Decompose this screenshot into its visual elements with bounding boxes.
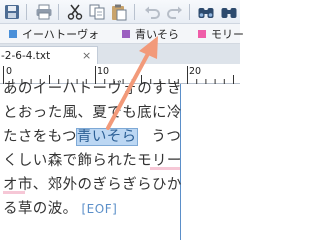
close-icon[interactable]: × xyxy=(82,49,91,62)
line-text: たさをもつ xyxy=(3,129,77,145)
tab-bar: -2-6-4.txt × xyxy=(0,44,240,64)
editor-line: とおった風、夏でも底に冷 xyxy=(3,105,182,121)
editor-line: たさをもつ青いそら うつ xyxy=(3,125,181,149)
replace-icon[interactable] xyxy=(220,3,238,21)
highlight-underline xyxy=(3,191,25,194)
paste-icon[interactable] xyxy=(110,3,128,21)
toolbar-separator xyxy=(58,4,59,20)
line-text: うつ xyxy=(136,129,182,145)
ruler-label: 0 xyxy=(6,66,13,77)
print-icon[interactable] xyxy=(35,3,53,21)
line-text: る草の波。 xyxy=(3,201,78,217)
highlight-bar: イーハトーヴォ 青いそら モリー xyxy=(0,24,244,44)
highlight-underline xyxy=(150,167,180,170)
editor-line: オ市、郊外のぎらぎらひか xyxy=(3,177,182,193)
toolbar-separator xyxy=(189,4,190,20)
editor-line: あのイーハトーヴォのすき xyxy=(3,81,182,97)
tab-label: -2-6-4.txt xyxy=(1,49,51,62)
highlight-label: イーハトーヴォ xyxy=(22,28,100,41)
highlight-label: モリー xyxy=(211,28,244,41)
highlight-item[interactable]: モリー xyxy=(198,27,244,41)
color-swatch xyxy=(9,30,17,38)
highlight-item[interactable]: 青いそら xyxy=(122,27,179,41)
ruler-label: 20 xyxy=(189,66,202,77)
redo-icon[interactable] xyxy=(166,3,184,21)
cut-icon[interactable] xyxy=(66,3,84,21)
find-icon[interactable] xyxy=(197,3,215,21)
eof-marker: [EOF] xyxy=(81,202,118,216)
selected-text[interactable]: 青いそら xyxy=(75,128,138,146)
toolbar-separator xyxy=(26,4,27,20)
highlight-item[interactable]: イーハトーヴォ xyxy=(9,27,99,41)
color-swatch xyxy=(122,30,130,38)
text-editor[interactable]: あのイーハトーヴォのすき とおった風、夏でも底に冷 たさをもつ青いそら うつ く… xyxy=(0,81,240,240)
undo-icon[interactable] xyxy=(143,3,161,21)
toolbar-separator xyxy=(134,4,135,20)
tab-file[interactable]: -2-6-4.txt × xyxy=(0,46,98,64)
editor-line: る草の波。 [EOF] xyxy=(3,197,117,221)
color-swatch xyxy=(198,30,206,38)
ruler-label: 10 xyxy=(97,66,110,77)
toolbar xyxy=(0,0,240,24)
save-icon[interactable] xyxy=(3,3,21,21)
copy-icon[interactable] xyxy=(88,3,106,21)
highlight-label: 青いそら xyxy=(135,28,179,41)
